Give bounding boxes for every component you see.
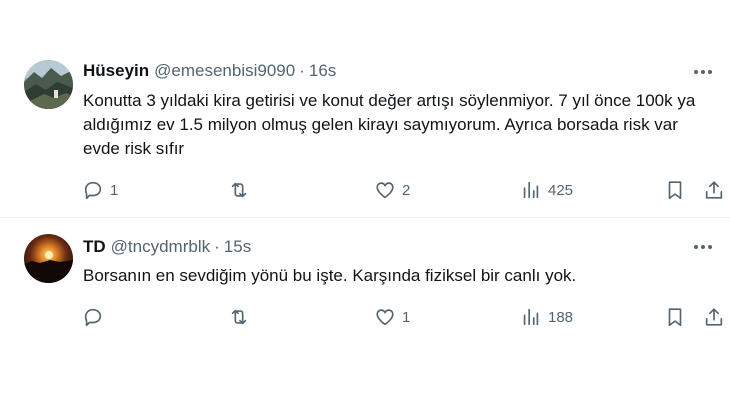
mountain-landscape-avatar-icon [24, 60, 73, 109]
user-handle[interactable]: @emesenbisi9090 [154, 61, 295, 81]
user-name[interactable]: TD [83, 237, 106, 257]
share-icon [705, 181, 723, 199]
reply-button[interactable] [82, 304, 110, 330]
separator-dot: · [299, 61, 305, 80]
timestamp[interactable]: 15s [224, 237, 251, 257]
like-button[interactable]: 2 [374, 177, 410, 203]
retweet-icon [231, 182, 247, 198]
share-button[interactable] [703, 177, 725, 203]
bookmark-icon [668, 308, 682, 327]
separator-dot: · [214, 237, 220, 256]
tweet-card[interactable]: Hüseyin @emesenbisi9090 · 16s Konutta 3 … [0, 0, 730, 218]
bookmark-button[interactable] [664, 177, 686, 203]
avatar[interactable] [24, 60, 73, 109]
views-icon [523, 181, 539, 199]
tweet-text: Konutta 3 yıldaki kira getirisi ve konut… [83, 91, 696, 158]
views-count: 425 [548, 181, 574, 199]
retweet-icon [231, 309, 247, 325]
reply-icon [84, 308, 102, 327]
user-name[interactable]: Hüseyin [83, 61, 149, 81]
retweet-button[interactable] [228, 177, 256, 203]
reply-button[interactable]: 1 [82, 177, 118, 203]
views-icon [523, 308, 539, 326]
tweet-text: Borsanın en sevdiğim yönü bu işte. Karşı… [83, 266, 577, 285]
bookmark-button[interactable] [664, 304, 686, 330]
share-icon [705, 308, 723, 326]
reply-icon [84, 181, 102, 200]
heart-icon [376, 309, 394, 326]
tweet-header: TD @tncydmrblk · 15s [83, 235, 251, 259]
heart-icon [376, 182, 394, 199]
like-button[interactable]: 1 [374, 304, 410, 330]
retweet-button[interactable] [228, 304, 256, 330]
more-icon[interactable] [690, 62, 716, 82]
bookmark-icon [668, 181, 682, 200]
views-count: 188 [548, 308, 574, 326]
share-button[interactable] [703, 304, 725, 330]
more-icon[interactable] [690, 237, 716, 257]
tweet-card[interactable]: TD @tncydmrblk · 15s Borsanın en sevdiği… [0, 219, 730, 349]
sunset-avatar-icon [24, 234, 73, 283]
tweet-actions: 1 2 425 [0, 177, 730, 203]
reply-count: 1 [110, 181, 119, 199]
like-count: 1 [402, 308, 411, 326]
avatar[interactable] [24, 234, 73, 283]
views-button[interactable]: 425 [520, 177, 573, 203]
user-handle[interactable]: @tncydmrblk [111, 237, 210, 257]
views-button[interactable]: 188 [520, 304, 573, 330]
like-count: 2 [402, 181, 411, 199]
timestamp[interactable]: 16s [309, 61, 336, 81]
tweet-header: Hüseyin @emesenbisi9090 · 16s [83, 59, 336, 83]
tweet-actions: 1 188 [0, 304, 730, 330]
